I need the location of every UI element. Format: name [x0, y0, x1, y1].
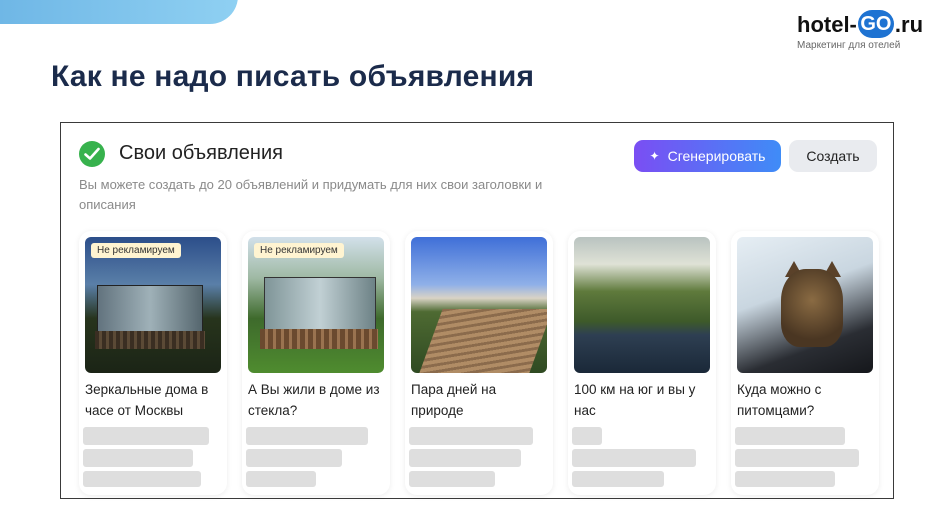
- page-title: Как не надо писать объявления: [51, 60, 535, 93]
- logo-go-badge: GO: [857, 10, 894, 39]
- blurred-text: [83, 427, 209, 445]
- ad-title: А Вы жили в доме из стекла?: [248, 382, 380, 418]
- cat-shape: [781, 269, 843, 347]
- logo-suffix: .ru: [894, 12, 924, 37]
- deck-shape: [95, 331, 205, 349]
- panel-description: Вы можете создать до 20 объявлений и при…: [79, 177, 543, 212]
- ad-image: [574, 237, 710, 373]
- not-advertised-badge: Не рекламируем: [91, 243, 181, 258]
- ad-image: Не рекламируем: [248, 237, 384, 373]
- generate-button-label: Сгенерировать: [667, 148, 766, 164]
- panel-title: Свои объявления: [119, 142, 283, 164]
- blurred-text: [409, 427, 533, 445]
- ad-image: [737, 237, 873, 373]
- blurred-text: [735, 449, 859, 467]
- ad-card[interactable]: 100 км на юг и вы у нас: [568, 231, 716, 495]
- blurred-text: [572, 427, 602, 445]
- not-advertised-badge: Не рекламируем: [254, 243, 344, 258]
- generate-button[interactable]: ✦ Сгенерировать: [634, 140, 781, 172]
- corner-decoration: [0, 0, 238, 24]
- blurred-text: [735, 471, 835, 487]
- ads-panel: Свои объявления Вы можете создать до 20 …: [60, 122, 894, 499]
- check-icon: [79, 141, 105, 167]
- ad-image: Не рекламируем: [85, 237, 221, 373]
- logo-tagline: Маркетинг для отелей: [797, 40, 901, 51]
- blurred-text: [246, 471, 316, 487]
- mirror-house-shape: [97, 285, 203, 333]
- ad-image: [411, 237, 547, 373]
- blurred-text: [572, 449, 696, 467]
- blurred-text: [409, 449, 521, 467]
- blurred-text: [572, 471, 664, 487]
- ad-card[interactable]: Не рекламируем Зеркальные дома в часе от…: [79, 231, 227, 495]
- ad-card[interactable]: Не рекламируем А Вы жили в доме из стекл…: [242, 231, 390, 495]
- blurred-text: [83, 471, 201, 487]
- create-button[interactable]: Создать: [789, 140, 877, 172]
- deck-shape: [260, 329, 378, 349]
- ad-title: Пара дней на природе: [411, 382, 497, 418]
- terrace-shape: [419, 309, 547, 373]
- blurred-text: [246, 449, 342, 467]
- ad-title: 100 км на юг и вы у нас: [574, 382, 696, 418]
- blurred-text: [246, 427, 368, 445]
- logo-wordmark: hotel- GO .ru: [797, 10, 924, 40]
- ad-title: Куда можно с питомцами?: [737, 382, 822, 418]
- ad-title: Зеркальные дома в часе от Москвы: [85, 382, 209, 418]
- sparkle-icon: ✦: [649, 149, 660, 163]
- hotel-go-logo: hotel- GO .ru Маркетинг для отелей: [797, 10, 937, 52]
- ad-card[interactable]: Пара дней на природе: [405, 231, 553, 495]
- blurred-text: [735, 427, 845, 445]
- ad-card[interactable]: Куда можно с питомцами?: [731, 231, 879, 495]
- blurred-text: [409, 471, 495, 487]
- glass-house-shape: [264, 277, 376, 331]
- logo-prefix: hotel-: [797, 12, 857, 37]
- blurred-text: [83, 449, 193, 467]
